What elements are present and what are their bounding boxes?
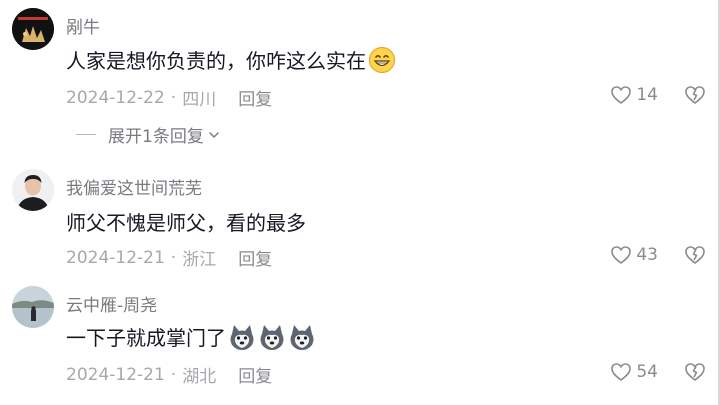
dislike-icon[interactable] — [684, 361, 706, 383]
expand-replies-button[interactable]: 展开1条回复 — [76, 122, 221, 147]
meta-separator: · — [170, 247, 177, 268]
comment-username[interactable]: 剐牛 — [66, 13, 100, 38]
reply-button[interactable]: 回复 — [238, 245, 272, 270]
avatar[interactable] — [12, 286, 54, 328]
heart-icon — [611, 86, 632, 105]
like-count: 14 — [636, 85, 658, 105]
landscape-avatar-icon — [12, 286, 54, 328]
heart-icon — [611, 363, 632, 382]
comment-meta: 2024-12-21 · 浙江 回复 — [66, 245, 272, 271]
comment-text: 一下子就成掌门了 — [66, 322, 316, 351]
comment-date: 2024-12-21 — [66, 247, 165, 268]
comment-username[interactable]: 云中雁-周尧 — [66, 291, 157, 316]
expand-divider — [76, 134, 96, 135]
comment-text-body: 一下子就成掌门了 — [66, 326, 226, 350]
comment-date: 2024-12-22 — [66, 87, 165, 108]
comment-location: 四川 — [182, 90, 217, 110]
expand-replies-label: 展开1条回复 — [108, 127, 204, 147]
dark-logo-avatar-icon — [12, 8, 54, 50]
like-button[interactable]: 54 — [610, 362, 658, 382]
meta-separator: · — [170, 87, 177, 108]
person-avatar-icon — [12, 169, 54, 211]
dislike-icon[interactable] — [684, 244, 706, 266]
grin-emoji-icon — [368, 46, 396, 74]
meta-separator: · — [170, 364, 177, 385]
dislike-icon[interactable] — [684, 84, 706, 106]
comment-text-body: 人家是想你负责的，你咋这么实在 — [66, 49, 366, 73]
comment-date: 2024-12-21 — [66, 364, 165, 385]
comment-location: 浙江 — [182, 250, 217, 270]
husky-emoji-icon — [258, 323, 286, 351]
heart-icon — [611, 246, 632, 265]
comment-text: 师父不愧是师父，看的最多 — [66, 207, 306, 236]
reply-button[interactable]: 回复 — [238, 362, 272, 387]
comment-username[interactable]: 我偏爱这世间荒芜 — [66, 174, 202, 199]
husky-emoji-icon — [288, 323, 316, 351]
like-button[interactable]: 14 — [610, 85, 658, 105]
avatar[interactable] — [12, 8, 54, 50]
chevron-down-icon — [209, 131, 219, 138]
reply-button[interactable]: 回复 — [238, 85, 272, 110]
comment-location: 湖北 — [182, 367, 217, 387]
comment-meta: 2024-12-22 · 四川 回复 — [66, 85, 272, 111]
comment-text: 人家是想你负责的，你咋这么实在 — [66, 45, 396, 74]
like-count: 54 — [636, 362, 658, 382]
comment-text-body: 师父不愧是师父，看的最多 — [66, 211, 306, 235]
like-count: 43 — [636, 245, 658, 265]
like-button[interactable]: 43 — [610, 245, 658, 265]
husky-emoji-icon — [228, 323, 256, 351]
comment-list: 剐牛 人家是想你负责的，你咋这么实在 2024-12-22 · 四川 回复 14… — [0, 0, 720, 405]
comment-meta: 2024-12-21 · 湖北 回复 — [66, 362, 272, 388]
avatar[interactable] — [12, 169, 54, 211]
